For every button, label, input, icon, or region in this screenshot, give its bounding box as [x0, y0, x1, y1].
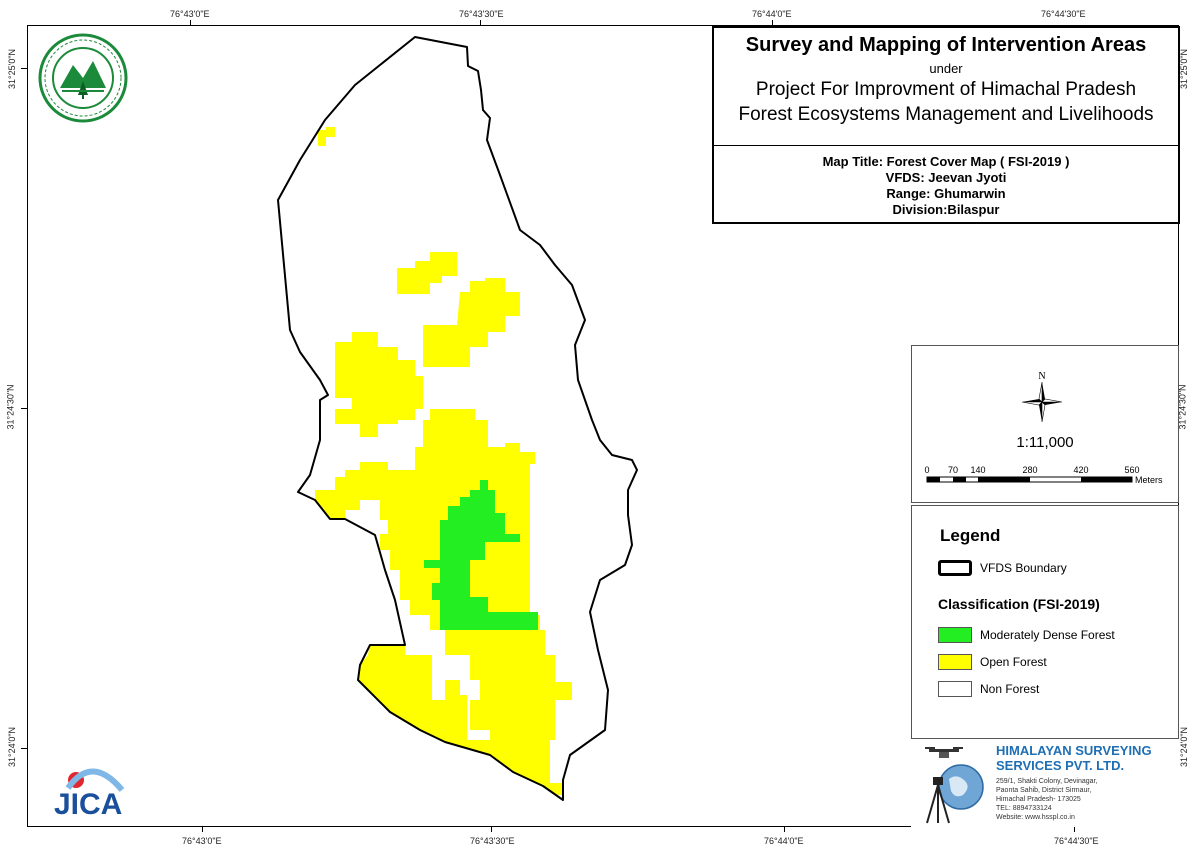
title-block-header: Survey and Mapping of Intervention Areas… [714, 34, 1178, 146]
boundary-label: VFDS Boundary [980, 561, 1067, 575]
map-title: Map Title: Forest Cover Map ( FSI-2019 ) [822, 154, 1070, 169]
non-forest-swatch [938, 681, 972, 697]
company-name: HIMALAYAN SURVEYING SERVICES PVT. LTD. [996, 743, 1152, 773]
scale-unit: Meters [1135, 475, 1163, 485]
moderately-dense-label: Moderately Dense Forest [980, 628, 1115, 642]
main-title: Survey and Mapping of Intervention Areas [745, 34, 1147, 56]
open-forest-label: Open Forest [980, 655, 1047, 669]
address-line-1: 259/1, Shakti Colony, Devinagar, [996, 778, 1098, 785]
svg-text:JICA: JICA [54, 788, 122, 818]
company-address: 259/1, Shakti Colony, Devinagar, Paonta … [996, 777, 1097, 822]
moderately-dense-swatch [938, 627, 972, 643]
project-line-1: Project For Improvment of Himachal Prade… [755, 79, 1137, 100]
company-name-line1: HIMALAYAN SURVEYING [996, 743, 1152, 758]
scale-tick-70: 70 [948, 465, 958, 475]
scale-tick-560: 560 [1124, 465, 1139, 475]
classification-title: Classification (FSI-2019) [938, 596, 1100, 612]
legend-row-moderately-dense: Moderately Dense Forest [938, 627, 1115, 643]
scale-tick-0: 0 [924, 465, 929, 475]
address-line-5: Website: www.hsspl.co.in [996, 814, 1075, 821]
legend-title: Legend [940, 526, 1001, 545]
address-line-4: TEL: 8894733124 [996, 805, 1052, 812]
legend-row-open-forest: Open Forest [938, 654, 1047, 670]
address-line-2: Paonta Sahib, District Sirmaur, [996, 787, 1092, 794]
company-panel: HIMALAYAN SURVEYING SERVICES PVT. LTD. 2… [911, 739, 1179, 827]
vfds-name: VFDS: Jeevan Jyoti [885, 170, 1007, 185]
range-name: Range: Ghumarwin [886, 186, 1006, 201]
scale-ratio: 1:11,000 [1016, 434, 1074, 451]
jica-logo: JICA [54, 768, 125, 818]
forest-department-seal-logo [38, 33, 128, 123]
title-block: Survey and Mapping of Intervention Areas… [712, 26, 1180, 224]
division-name: Division:Bilaspur [892, 202, 1000, 217]
scale-tick-140: 140 [970, 465, 985, 475]
open-forest-swatch [938, 654, 972, 670]
north-letter: N [1038, 371, 1045, 382]
scale-bar: 0 70 140 280 420 560 Meters [924, 465, 1163, 485]
legend-row-boundary: VFDS Boundary [938, 560, 1067, 576]
scale-tick-420: 420 [1073, 465, 1088, 475]
map-info: Map Title: Forest Cover Map ( FSI-2019 )… [714, 146, 1178, 218]
scale-tick-280: 280 [1022, 465, 1037, 475]
project-line-2: Forest Ecosystems Management and Livelih… [738, 104, 1154, 125]
open-forest-area [315, 127, 572, 795]
company-name-line2: SERVICES PVT. LTD. [996, 758, 1125, 773]
address-line-3: Himachal Pradesh- 173025 [996, 796, 1081, 803]
legend-panel: Legend VFDS Boundary Classification (FSI… [911, 505, 1179, 739]
north-scale-panel: N 1:11,000 0 70 140 280 420 560 Meters [911, 345, 1179, 503]
under-text: under [929, 61, 963, 76]
non-forest-label: Non Forest [980, 682, 1040, 696]
drone-globe-tripod-icon [925, 747, 984, 824]
boundary-swatch [938, 560, 972, 576]
legend-row-non-forest: Non Forest [938, 681, 1039, 697]
north-arrow-icon: N [1021, 371, 1063, 423]
